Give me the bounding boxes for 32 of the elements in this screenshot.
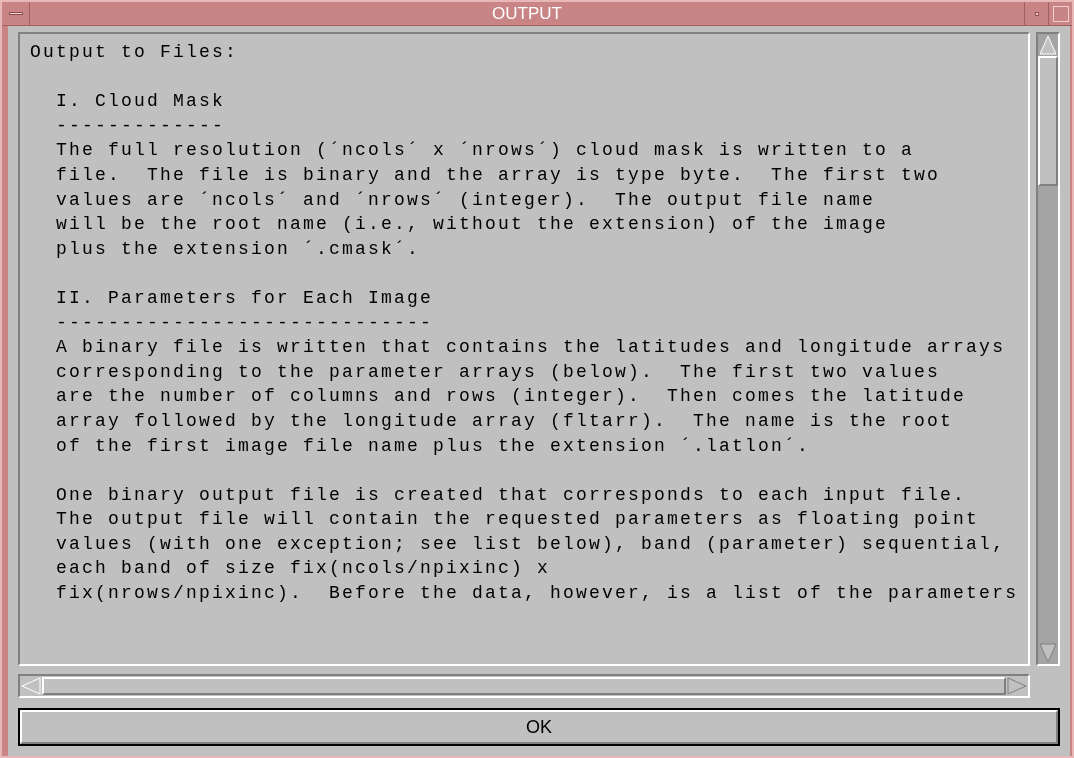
text-line: are the number of columns and rows (integer). Then comes the latitude [56,386,967,407]
text-line: fix(nrows/npixinc). Before the data, however, is a list of the parameters [56,583,1019,604]
section-title: II. Parameters for Each Image [56,287,434,308]
scroll-up-icon[interactable] [1038,34,1058,56]
text-line: A binary file is written that contains the latitudes and longitude arrays [56,337,1006,358]
text-line: of the first image file name plus the extension ´.latlon´. [56,435,811,456]
section-underline: ------------- [56,115,226,136]
text-line: values (with one exception; see list below), band (parameter) sequential, [56,533,1006,554]
horizontal-scrollbar[interactable] [18,674,1030,698]
text-line: The full resolution (´ncols´ x ´nrows´) cloud mask is written to a [56,140,915,161]
text-line: will be the root name (i.e., without the extension) of the image [56,214,889,235]
minus-icon [8,12,23,15]
text-heading: Output to Files: [30,42,239,62]
text-area[interactable] [18,32,1030,666]
text-line: values are ´ncols´ and ´nrows´ (integer). The output file name [56,189,876,210]
text-line: array followed by the longitude array (fltarr). The name is the root [56,410,954,431]
window-title: OUTPUT [491,3,563,25]
text-line: each band of size fix(ncols/npixinc) x [56,558,551,579]
minimize-icon [1034,11,1039,16]
text-line: plus the extension ´.cmask´. [56,238,421,259]
maximize-icon [1052,5,1069,22]
maximize-button[interactable] [1048,2,1072,25]
scroll-down-icon[interactable] [1038,642,1058,664]
text-line: corresponding to the parameter arrays (below). The first two values [56,361,941,382]
scroll-right-icon[interactable] [1006,676,1028,696]
vertical-scrollbar[interactable] [1036,32,1060,666]
text-line: One binary output file is created that corresponds to each input file. [56,484,967,505]
section-title: I. Cloud Mask [56,91,226,112]
ok-button[interactable]: OK [20,710,1058,744]
text-line: The output file will contain the requested parameters as floating point [56,509,980,530]
section-underline: ----------------------------- [56,312,434,333]
text-line: file. The file is binary and the array is type byte. The first two [56,164,941,185]
